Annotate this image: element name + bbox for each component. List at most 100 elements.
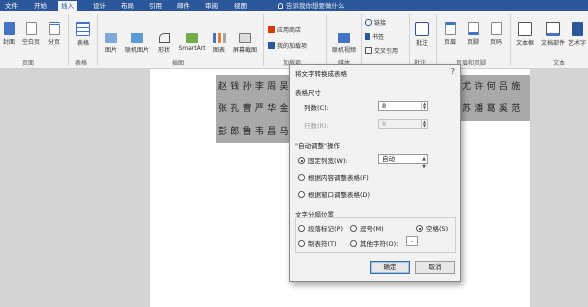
online-pictures-button[interactable]: 联机图片 [123, 33, 151, 54]
tab-label: 制表符(T) [308, 240, 337, 248]
ribbon-separator [436, 14, 437, 66]
pictures-label: 图片 [104, 47, 117, 54]
quick-parts-button[interactable]: 文档部件 [539, 22, 567, 47]
fixed-width-value: 自动 [382, 155, 395, 163]
header-label: 页眉 [443, 39, 456, 46]
online-picture-icon [131, 33, 143, 43]
bookmark-label: 书签 [372, 34, 385, 41]
header-button[interactable]: 页眉 [440, 22, 460, 46]
cross-reference-label: 交叉引用 [374, 48, 399, 55]
chart-button[interactable]: 图表 [210, 33, 228, 54]
page-break-button[interactable]: 分页 [45, 22, 63, 46]
dialog-title: 将文字转换成表格 [295, 70, 347, 78]
store-button[interactable]: 应用商店 [268, 25, 301, 34]
text-box-button[interactable]: 文本框 [513, 22, 537, 47]
radio-unchecked-icon [350, 240, 357, 247]
smartart-button[interactable]: SmartArt [176, 33, 208, 52]
my-addins-button[interactable]: 我的加载项 [268, 41, 307, 50]
group-table-label: 表格 [75, 60, 88, 67]
tab-layout[interactable]: 布局 [121, 1, 134, 11]
cover-page-button[interactable]: 封面 [1, 22, 17, 46]
ok-button[interactable]: 确定 [370, 261, 410, 274]
spin-arrows-icon[interactable]: ▲ ▼ [421, 102, 427, 110]
pictures-button[interactable]: 图片 [101, 33, 121, 54]
group-text-label: 文本 [553, 60, 566, 67]
comment-icon [415, 22, 429, 36]
fixed-width-select[interactable]: 自动 ▲ ▼ [378, 154, 428, 170]
dialog-help-button[interactable]: ? [451, 67, 455, 76]
tab-review[interactable]: 审阅 [205, 1, 218, 11]
store-icon [268, 26, 275, 33]
other-char-radio[interactable]: 其他字符(O): [350, 238, 398, 248]
document-line-1-right: 尤许何吕施 [462, 82, 524, 92]
online-video-button[interactable]: 联机视频 [329, 33, 359, 54]
bookmark-button[interactable]: 书签 [365, 32, 384, 41]
text-box-icon [518, 22, 532, 36]
radio-unchecked-icon [350, 225, 357, 232]
blank-page-icon [25, 22, 37, 35]
wordart-button[interactable]: 艺术字 [566, 22, 588, 47]
link-label: 链接 [374, 20, 387, 27]
online-video-label: 联机视频 [331, 47, 356, 54]
group-pages-label: 页面 [22, 60, 35, 67]
footer-button[interactable]: 页脚 [463, 22, 483, 46]
tab-mailings[interactable]: 邮件 [177, 1, 190, 11]
wordart-icon [571, 22, 583, 36]
quick-parts-icon [546, 22, 560, 36]
wordart-label: 艺术字 [567, 40, 586, 47]
spin-arrows-icon: ▲ ▼ [421, 119, 427, 128]
blank-page-button[interactable]: 空白页 [20, 22, 42, 46]
comment-label: 批注 [415, 40, 428, 47]
comment-button[interactable]: 批注 [412, 22, 432, 47]
tab-insert[interactable]: 插入 [58, 1, 77, 11]
link-button[interactable]: 链接 [365, 18, 386, 27]
cancel-button[interactable]: 取消 [415, 261, 455, 274]
autofit-contents-label: 根据内容调整表格(F) [308, 174, 369, 182]
rows-stepper: 8 ▲ ▼ [378, 119, 428, 129]
cover-page-icon [3, 22, 15, 35]
footer-icon [467, 22, 479, 35]
table-label: 表格 [76, 40, 89, 47]
comma-label: 逗号(M) [360, 225, 384, 233]
screenshot-button[interactable]: 屏幕截图 [230, 33, 260, 54]
radio-unchecked-icon [298, 174, 305, 181]
online-pictures-label: 联机图片 [124, 47, 149, 54]
tell-me-search[interactable]: 告诉我你想要做什么 [278, 1, 345, 11]
chart-label: 图表 [212, 47, 225, 54]
columns-label: 列数(C): [304, 104, 329, 112]
paragraph-mark-label: 段落标记(P) [308, 225, 343, 233]
document-line-1: 赵钱孙李周吴 [218, 82, 292, 92]
tab-references[interactable]: 引用 [149, 1, 162, 11]
space-label: 空格(S) [426, 225, 449, 233]
cross-reference-button[interactable]: 交叉引用 [365, 46, 398, 55]
paragraph-mark-radio[interactable]: 段落标记(P) [298, 223, 343, 233]
tab-design[interactable]: 设计 [93, 1, 106, 11]
radio-checked-icon [416, 225, 423, 232]
columns-stepper[interactable]: 8 ▲ ▼ [378, 101, 428, 111]
screenshot-label: 屏幕截图 [232, 47, 257, 54]
space-radio[interactable]: 空格(S) [416, 223, 448, 233]
radio-unchecked-icon [298, 240, 305, 247]
tab-radio[interactable]: 制表符(T) [298, 238, 337, 248]
ribbon-separator [326, 14, 327, 66]
fixed-width-radio[interactable]: 固定列宽(W): [298, 155, 348, 165]
document-line-2: 张孔曹严华金 [218, 104, 292, 114]
tab-home[interactable]: 开始 [34, 1, 47, 11]
tell-me-text: 告诉我你想要做什么 [286, 2, 345, 10]
chart-icon [212, 33, 226, 43]
table-button[interactable]: 表格 [73, 22, 93, 47]
tab-view[interactable]: 视图 [234, 1, 247, 11]
page-number-label: 页码 [489, 39, 502, 46]
text-box-label: 文本框 [515, 40, 534, 47]
other-char-input[interactable]: - [406, 236, 418, 246]
autofit-contents-radio[interactable]: 根据内容调整表格(F) [298, 172, 369, 182]
convert-text-to-table-dialog: 将文字转换成表格 ? 表格尺寸 列数(C): 8 ▲ ▼ 行数(R): 8 ▲ ▼ "自… [289, 64, 461, 282]
autofit-window-radio[interactable]: 根据窗口调整表格(D) [298, 189, 370, 199]
page-number-button[interactable]: 页码 [486, 22, 506, 46]
comma-radio[interactable]: 逗号(M) [350, 223, 384, 233]
page-break-icon [48, 22, 60, 35]
tab-file[interactable]: 文件 [5, 1, 18, 11]
link-icon [365, 19, 372, 26]
page-number-icon [490, 22, 502, 35]
shapes-button[interactable]: 形状 [154, 33, 174, 54]
